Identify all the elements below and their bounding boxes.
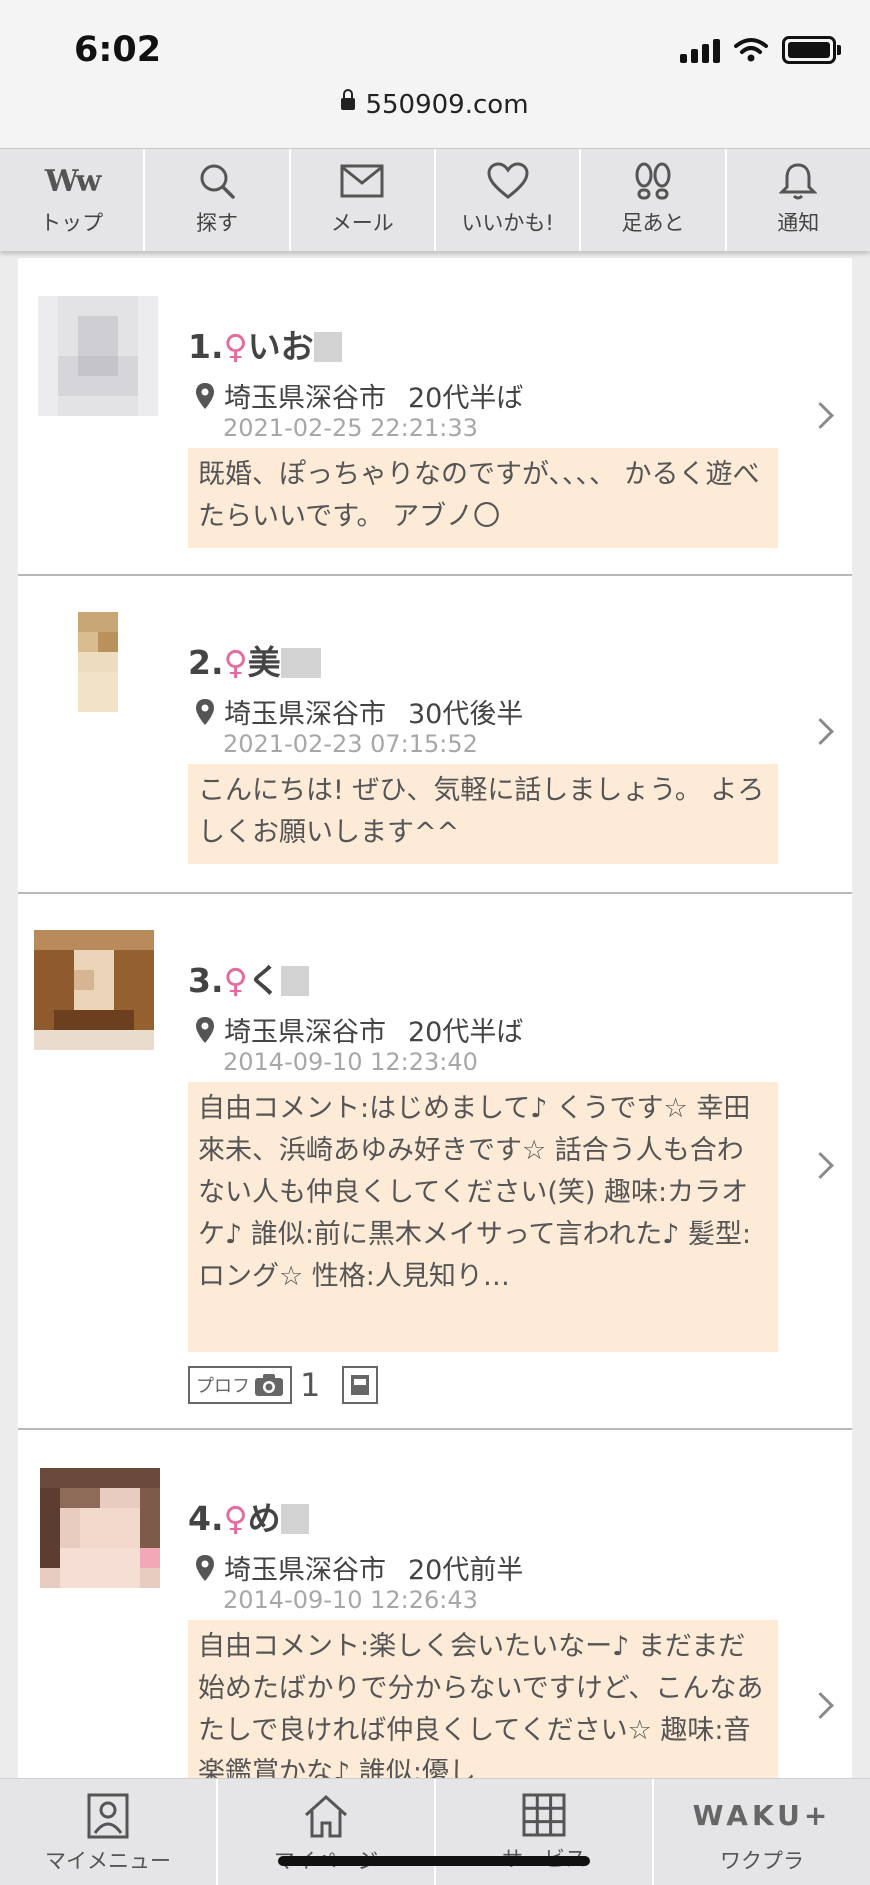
profile-location: 埼玉県深谷市 20代半ば [194, 1010, 523, 1049]
browser-status-bar: 6:02 550909.com [0, 0, 870, 148]
bottom-nav: マイメニュー マイページ サービス WAKU+ ワクプラ [0, 1778, 870, 1885]
url-bar[interactable]: 550909.com [0, 88, 870, 120]
bnav-wakupla-label: ワクプラ [720, 1849, 804, 1873]
bnav-mypage[interactable]: マイページ [218, 1779, 436, 1885]
avatar [34, 930, 154, 1050]
nav-like-label: いいかも! [461, 211, 554, 235]
bnav-mymenu[interactable]: マイメニュー [0, 1779, 218, 1885]
profile-name: 4.♀め [188, 1492, 309, 1540]
nav-footprint[interactable]: 足あと [581, 149, 727, 251]
search-icon [197, 161, 237, 201]
profile-name: 2.♀美 [188, 636, 321, 684]
location-pin-icon [196, 1554, 214, 1581]
mail-icon [340, 161, 384, 201]
profile-date: 2021-02-23 07:15:52 [223, 730, 478, 758]
home-icon [304, 1794, 348, 1838]
profile-card[interactable]: 1.♀いお 埼玉県深谷市 20代半ば 2021-02-25 22:21:33 既婚… [18, 258, 852, 576]
status-icons [680, 36, 841, 64]
profile-badges: プロフ 1 [188, 1366, 379, 1404]
nav-mail[interactable]: メール [291, 149, 436, 251]
profile-date: 2021-02-25 22:21:33 [223, 414, 478, 442]
bell-icon [779, 161, 818, 201]
chevron-right-icon [807, 1692, 834, 1719]
url-text: 550909.com [365, 90, 529, 120]
nav-footprint-label: 足あと [621, 211, 685, 235]
bnav-mymenu-label: マイメニュー [45, 1849, 171, 1873]
location-pin-icon [196, 1016, 214, 1043]
photo-count: 1 [300, 1366, 321, 1404]
nav-like[interactable]: いいかも! [436, 149, 582, 251]
bnav-service[interactable]: サービス [436, 1779, 654, 1885]
profile-name: 3.♀く [188, 954, 309, 1002]
waku-plus-logo: WAKU+ [692, 1799, 832, 1832]
nav-top-label: トップ [40, 211, 104, 235]
nav-notification[interactable]: 通知 [727, 149, 870, 251]
profile-date: 2014-09-10 12:23:40 [223, 1048, 478, 1076]
battery-icon [782, 36, 841, 64]
signal-icon [680, 37, 720, 63]
profile-card[interactable]: 2.♀美 埼玉県深谷市 30代後半 2021-02-23 07:15:52 こんに… [18, 576, 852, 894]
profile-card[interactable]: 3.♀く 埼玉県深谷市 20代半ば 2014-09-10 12:23:40 自由コ… [18, 894, 852, 1430]
avatar [38, 612, 158, 732]
prof-photo-badge: プロフ [188, 1366, 292, 1404]
person-card-icon [87, 1793, 129, 1839]
chevron-right-icon [807, 1152, 834, 1179]
profile-name: 1.♀いお [188, 320, 342, 368]
chevron-right-icon [807, 718, 834, 745]
home-indicator[interactable] [278, 1856, 590, 1866]
chevron-right-icon [807, 402, 834, 429]
heart-icon [487, 161, 529, 201]
nav-search[interactable]: 探す [145, 149, 291, 251]
location-pin-icon [196, 698, 214, 725]
nav-top[interactable]: Ww トップ [0, 149, 146, 251]
profile-date: 2014-09-10 12:26:43 [223, 1586, 478, 1614]
nav-notification-label: 通知 [777, 211, 820, 235]
profile-comment: こんにちは! ぜひ、気軽に話しましょう。 よろしくお願いします^^ [188, 764, 778, 864]
nav-mail-label: メール [330, 211, 394, 235]
profile-comment: 既婚、ぽっちゃりなのですが、、、、 かるく遊べたらいいです。 アブノ〇 [188, 448, 778, 548]
ww-logo-icon: Ww [44, 163, 102, 199]
bnav-wakupla[interactable]: WAKU+ ワクプラ [654, 1779, 870, 1885]
avatar [38, 296, 158, 416]
profile-location: 埼玉県深谷市 20代前半 [194, 1548, 523, 1587]
profile-list: 1.♀いお 埼玉県深谷市 20代半ば 2021-02-25 22:21:33 既婚… [18, 258, 852, 1830]
wifi-icon [734, 38, 768, 62]
profile-location: 埼玉県深谷市 30代後半 [194, 692, 523, 731]
avatar [40, 1468, 160, 1588]
nav-search-label: 探す [195, 211, 238, 235]
diary-icon [342, 1366, 379, 1404]
profile-comment: 自由コメント:はじめまして♪ くうです☆ 幸田來未、浜崎あゆみ好きです☆ 話合う… [188, 1082, 778, 1352]
lock-icon [341, 88, 356, 110]
camera-icon [255, 1374, 283, 1396]
grid-icon [522, 1793, 566, 1837]
profile-card[interactable]: 4.♀め 埼玉県深谷市 20代前半 2014-09-10 12:26:43 自由コ… [18, 1430, 852, 1830]
location-pin-icon [196, 382, 214, 409]
footprint-icon [633, 161, 673, 201]
top-nav: Ww トップ 探す メール いいかも! 足あと 通知 [0, 148, 870, 251]
profile-location: 埼玉県深谷市 20代半ば [194, 376, 523, 415]
status-time: 6:02 [74, 30, 162, 70]
